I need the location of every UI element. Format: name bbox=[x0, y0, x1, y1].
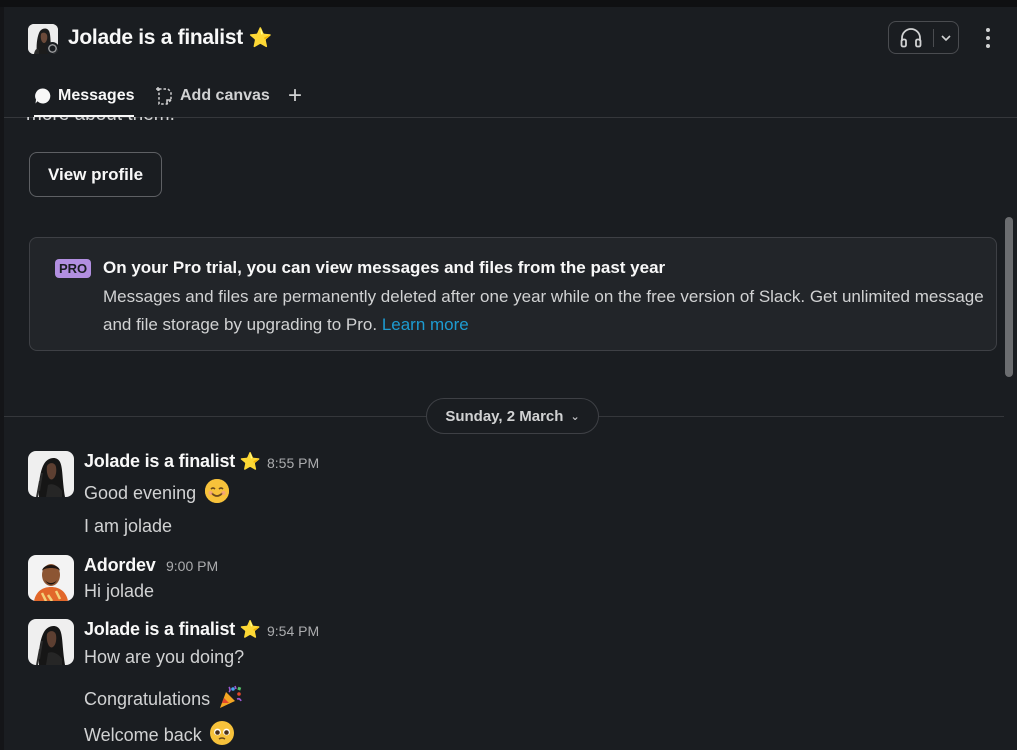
chevron-down-icon[interactable] bbox=[939, 31, 953, 45]
date-divider-button[interactable]: Sunday, 2 March ⌄ bbox=[426, 398, 599, 434]
message-text: Good evening bbox=[84, 479, 230, 504]
message-timestamp[interactable]: 8:55 PM bbox=[267, 455, 319, 471]
smiling-face-emoji bbox=[205, 479, 230, 503]
tab-add-canvas-label: Add canvas bbox=[180, 87, 270, 104]
jolade-avatar-icon bbox=[28, 619, 74, 665]
message-sender[interactable]: Jolade is a finalist ⭐ bbox=[84, 619, 261, 640]
avatar[interactable] bbox=[28, 619, 74, 665]
channel-avatar[interactable] bbox=[28, 24, 58, 54]
message-text: Hi jolade bbox=[84, 581, 155, 601]
message-line: Congratulations bbox=[84, 689, 211, 709]
date-divider-label: Sunday, 2 March bbox=[445, 407, 564, 425]
sender-name: Jolade is a finalist bbox=[84, 451, 236, 471]
star-emoji: ⭐ bbox=[239, 620, 261, 639]
canvas-icon bbox=[156, 87, 172, 105]
pro-banner-body: Messages and files are permanently delet… bbox=[103, 283, 988, 338]
pro-banner-title: On your Pro trial, you can view messages… bbox=[103, 258, 666, 277]
pro-badge: PRO bbox=[55, 259, 92, 278]
message-sender[interactable]: Adordev bbox=[84, 555, 156, 576]
huddle-divider bbox=[933, 29, 934, 47]
channel-intro-text: more about them. bbox=[26, 117, 175, 126]
feed-scrollbar[interactable] bbox=[1005, 217, 1013, 377]
party-popper-icon bbox=[220, 685, 242, 708]
smiling-face-icon bbox=[205, 479, 230, 503]
message-text: Congratulations bbox=[84, 684, 243, 710]
message-text: How are you doing? bbox=[84, 647, 245, 667]
star-emoji: ⭐ bbox=[239, 452, 261, 471]
sender-name: Jolade is a finalist bbox=[84, 619, 236, 639]
headphones-icon bbox=[900, 28, 922, 48]
view-profile-button[interactable]: View profile bbox=[29, 152, 162, 197]
channel-title-text: Jolade is a finalist bbox=[68, 26, 243, 49]
tab-messages[interactable]: Messages bbox=[34, 81, 135, 111]
jolade-avatar-icon bbox=[28, 451, 74, 497]
channel-header: Jolade is a finalist ⭐ Messages Add canv… bbox=[4, 7, 1017, 118]
avatar[interactable] bbox=[28, 451, 74, 497]
message-feed: more about them. View profile PRO On you… bbox=[4, 117, 1004, 750]
tab-messages-label: Messages bbox=[58, 87, 135, 104]
sender-name: Adordev bbox=[84, 555, 156, 575]
plus-icon: + bbox=[288, 82, 303, 109]
add-tab-button[interactable]: + bbox=[288, 81, 302, 111]
pleading-face-icon bbox=[209, 721, 234, 745]
learn-more-link[interactable]: Learn more bbox=[382, 315, 469, 334]
message-text: Welcome back bbox=[84, 721, 234, 746]
avatar[interactable] bbox=[28, 555, 74, 601]
huddle-button[interactable] bbox=[888, 21, 959, 54]
message-line: Good evening bbox=[84, 483, 197, 503]
presence-status-icon bbox=[46, 42, 58, 54]
channel-title[interactable]: Jolade is a finalist ⭐ bbox=[68, 26, 272, 50]
slack-window: Jolade is a finalist ⭐ Messages Add canv… bbox=[0, 0, 1017, 750]
star-emoji: ⭐ bbox=[248, 28, 272, 49]
message-timestamp[interactable]: 9:54 PM bbox=[267, 623, 319, 639]
message-bubble-icon bbox=[35, 88, 51, 104]
message-text: I am jolade bbox=[84, 516, 173, 536]
window-top-border bbox=[0, 0, 1017, 7]
pro-trial-banner: PRO On your Pro trial, you can view mess… bbox=[29, 237, 997, 351]
adordev-avatar-icon bbox=[28, 555, 74, 601]
tab-add-canvas[interactable]: Add canvas bbox=[155, 81, 270, 111]
message-sender[interactable]: Jolade is a finalist ⭐ bbox=[84, 451, 261, 472]
message-timestamp[interactable]: 9:00 PM bbox=[166, 558, 218, 574]
message-line: Welcome back bbox=[84, 725, 202, 745]
pro-banner-text: Messages and files are permanently delet… bbox=[103, 287, 984, 334]
chevron-down-icon: ⌄ bbox=[570, 410, 580, 423]
more-options-icon[interactable] bbox=[980, 26, 996, 50]
